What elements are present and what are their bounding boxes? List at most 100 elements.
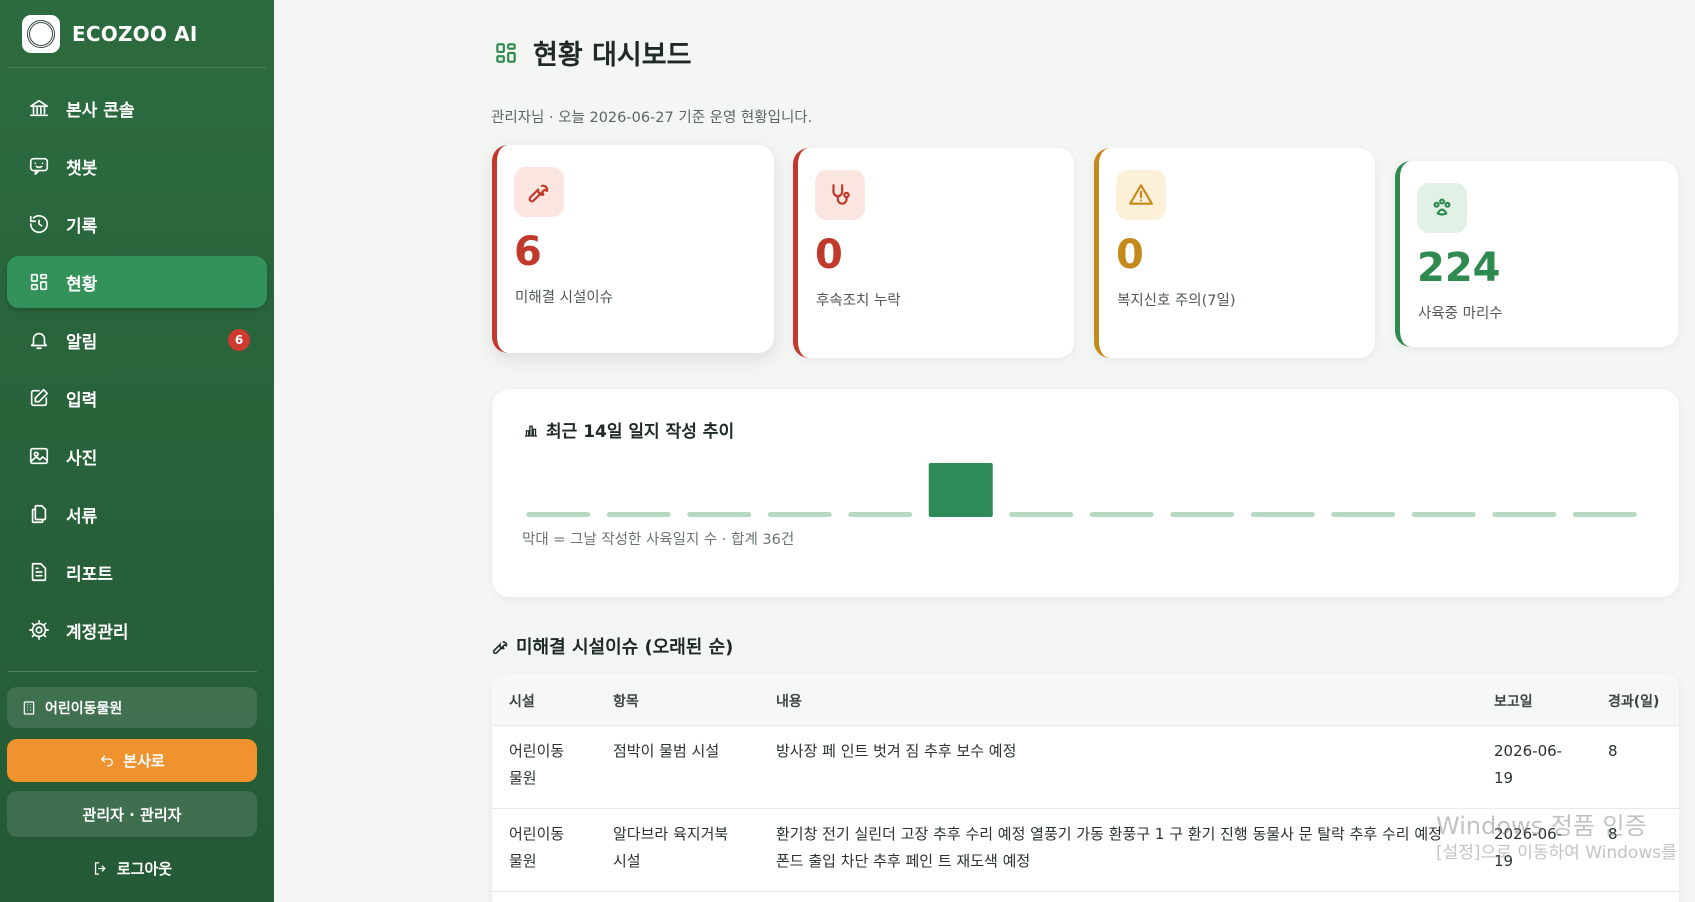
stat-card-animal-count[interactable]: 224 사육중 마리수 bbox=[1395, 161, 1678, 347]
sidebar-item-history[interactable]: 기록 bbox=[7, 198, 267, 250]
alerts-count-badge: 6 bbox=[228, 329, 250, 351]
stat-label: 미해결 시설이슈 bbox=[515, 290, 613, 306]
stat-value: 0 bbox=[815, 232, 843, 278]
stat-value: 0 bbox=[1116, 232, 1144, 278]
cell-content: 방사장 페 인트 벗겨 짐 추후 보수 예정 bbox=[776, 742, 1017, 760]
bank-icon bbox=[27, 96, 51, 120]
sidebar-item-status[interactable]: 현황 bbox=[7, 256, 267, 308]
sidebar-item-label: 리포트 bbox=[66, 564, 113, 585]
sidebar-item-label: 계정관리 bbox=[66, 622, 129, 643]
table-row[interactable]: 어린이동 물원 점박이 물범 시설 방사장 페 인트 벗겨 짐 추후 보수 예정… bbox=[492, 726, 1679, 809]
chart-bar bbox=[1572, 512, 1637, 517]
stat-label: 사육중 마리수 bbox=[1418, 306, 1503, 322]
issues-title-text: 미해결 시설이슈 (오래된 순) bbox=[516, 637, 734, 658]
logout-icon bbox=[94, 861, 106, 875]
paw-icon bbox=[1417, 183, 1467, 233]
column-header-date[interactable]: 보고일 bbox=[1494, 691, 1533, 711]
dashboard-icon bbox=[496, 42, 516, 63]
sidebar: ECOZOO AI 본사 콘솔 챗봇 기록 현황 알림 6 입력 사진 서류 리… bbox=[0, 0, 274, 902]
user-role-label: 관리자 · 관리자 bbox=[82, 805, 182, 824]
chart-bar bbox=[687, 512, 752, 517]
column-header-content[interactable]: 내용 bbox=[776, 691, 802, 711]
user-role-chip: 관리자 · 관리자 bbox=[7, 791, 257, 837]
logout-label: 로그아웃 bbox=[116, 859, 173, 878]
windows-activation-watermark-sub: [설정]으로 이동하여 Windows를 bbox=[1436, 843, 1677, 863]
bell-icon bbox=[27, 328, 51, 352]
current-zoo-name: 어린이동물원 bbox=[45, 700, 123, 717]
chart-bar bbox=[848, 512, 913, 517]
chart-bar bbox=[767, 512, 832, 517]
chart-title: 최근 14일 일지 작성 추이 bbox=[522, 417, 734, 442]
chart-bar bbox=[928, 463, 993, 517]
trend-bar-chart bbox=[526, 463, 1637, 517]
sidebar-item-label: 현황 bbox=[66, 274, 98, 295]
sidebar-item-report[interactable]: 리포트 bbox=[7, 546, 267, 598]
edit-icon bbox=[27, 386, 51, 410]
sidebar-item-documents[interactable]: 서류 bbox=[7, 488, 267, 540]
warning-icon bbox=[1116, 170, 1166, 220]
journal-trend-chart-card: 최근 14일 일지 작성 추이 막대 = 그날 작성한 사육일지 수 · 합계 … bbox=[492, 389, 1679, 597]
sidebar-item-label: 챗봇 bbox=[66, 158, 98, 179]
back-to-hq-button[interactable]: 본사로 bbox=[7, 739, 257, 782]
sidebar-item-label: 입력 bbox=[66, 390, 98, 411]
cell-facility: 어린이동 물원 bbox=[509, 825, 565, 870]
image-icon bbox=[27, 444, 51, 468]
chart-bar bbox=[1331, 512, 1396, 517]
gear-icon bbox=[27, 618, 51, 642]
sidebar-divider bbox=[8, 671, 257, 672]
stat-card-followup-missing[interactable]: 0 후속조치 누락 bbox=[793, 148, 1074, 358]
cell-content: 환기창 전기 실린더 고장 추후 수리 예정 열풍기 가동 환풍구 1 구 환기… bbox=[776, 825, 1442, 870]
chart-bar bbox=[1170, 512, 1235, 517]
wrench-icon bbox=[492, 640, 508, 654]
building-icon bbox=[23, 700, 35, 715]
sidebar-item-photos[interactable]: 사진 bbox=[7, 430, 267, 482]
return-icon bbox=[101, 754, 114, 766]
stethoscope-icon bbox=[815, 170, 865, 220]
cell-item: 알다브라 육지거북 시설 bbox=[613, 825, 729, 870]
wrench-icon bbox=[514, 167, 564, 217]
page-title-text: 현황 대시보드 bbox=[533, 40, 692, 71]
cell-item: 점박이 물범 시설 bbox=[613, 742, 720, 760]
stat-label: 복지신호 주의(7일) bbox=[1117, 293, 1236, 309]
windows-activation-watermark: Windows 정품 인증 bbox=[1436, 812, 1647, 840]
sidebar-item-label: 사진 bbox=[66, 448, 98, 469]
bar-chart-icon bbox=[525, 425, 537, 437]
files-icon bbox=[27, 502, 51, 526]
brand-logo bbox=[22, 14, 60, 53]
issues-section-title: 미해결 시설이슈 (오래된 순) bbox=[491, 633, 733, 659]
stat-value: 6 bbox=[514, 229, 542, 275]
report-icon bbox=[27, 560, 51, 584]
sidebar-nav: 본사 콘솔 챗봇 기록 현황 알림 6 입력 사진 서류 리포트 계정관리 bbox=[0, 82, 274, 656]
sidebar-item-chatbot[interactable]: 챗봇 bbox=[7, 140, 267, 192]
column-header-facility[interactable]: 시설 bbox=[509, 691, 535, 711]
history-icon bbox=[27, 212, 51, 236]
dashboard-icon bbox=[27, 270, 51, 294]
column-header-elapsed[interactable]: 경과(일) bbox=[1608, 691, 1659, 711]
sidebar-item-input[interactable]: 입력 bbox=[7, 372, 267, 424]
sidebar-item-alerts[interactable]: 알림 6 bbox=[7, 314, 267, 366]
page-subtitle: 관리자님 · 오늘 2026-06-27 기준 운영 현황입니다. bbox=[491, 110, 813, 126]
chart-bar bbox=[1411, 512, 1476, 517]
stat-value: 224 bbox=[1417, 245, 1501, 291]
sidebar-item-hq-console[interactable]: 본사 콘솔 bbox=[7, 82, 267, 134]
logout-button[interactable]: 로그아웃 bbox=[7, 851, 257, 885]
chart-bar bbox=[1009, 512, 1074, 517]
current-zoo-chip[interactable]: 어린이동물원 bbox=[7, 687, 257, 728]
cell-facility: 어린이동 물원 bbox=[509, 742, 565, 787]
chart-bar bbox=[606, 512, 671, 517]
issues-table: 시설 항목 내용 보고일 경과(일) 어린이동 물원 점박이 물범 시설 방사장… bbox=[492, 673, 1679, 902]
brand-name: ECOZOO AI bbox=[72, 21, 198, 46]
chart-bar bbox=[1089, 512, 1154, 517]
brand: ECOZOO AI bbox=[8, 0, 266, 68]
chat-icon bbox=[27, 154, 51, 178]
table-header: 시설 항목 내용 보고일 경과(일) bbox=[492, 673, 1679, 726]
stat-card-welfare-warning[interactable]: 0 복지신호 주의(7일) bbox=[1094, 148, 1375, 358]
sidebar-item-label: 서류 bbox=[66, 506, 98, 527]
column-header-item[interactable]: 항목 bbox=[613, 691, 639, 711]
stat-card-facility-issues[interactable]: 6 미해결 시설이슈 bbox=[492, 145, 774, 353]
sidebar-item-account[interactable]: 계정관리 bbox=[7, 604, 267, 656]
page-title: 현황 대시보드 bbox=[493, 33, 691, 72]
chart-bar bbox=[1492, 512, 1557, 517]
cell-elapsed: 8 bbox=[1608, 742, 1618, 760]
sidebar-item-label: 본사 콘솔 bbox=[66, 100, 135, 121]
